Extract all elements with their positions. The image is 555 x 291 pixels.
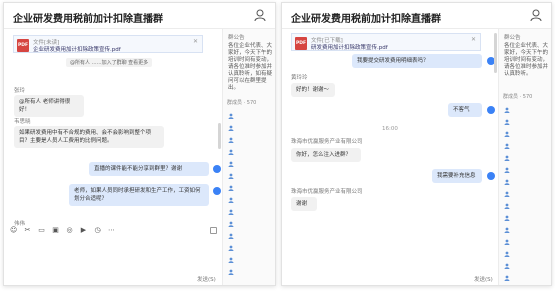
member-icon[interactable] bbox=[228, 269, 234, 275]
member-icon[interactable] bbox=[228, 221, 234, 227]
timestamp: 16:00 bbox=[382, 126, 398, 132]
member-count: 群成员 · 570 bbox=[503, 94, 533, 100]
titlebar: 企业研发费用税前加计扣除直播群 bbox=[4, 3, 275, 29]
member-icon[interactable] bbox=[504, 263, 510, 269]
member-icon[interactable] bbox=[228, 125, 234, 131]
member-icon[interactable] bbox=[504, 215, 510, 221]
input-toolbar: ☺ ✂ ▭ ▣ ◎ ▶ ◷ ⋯ bbox=[10, 227, 115, 234]
announcement-title: 群公告 bbox=[504, 35, 521, 41]
file-name: 研发费用加计扣除政策宣传.pdf bbox=[311, 45, 388, 51]
message-bubble: 你好，怎么注入进群？ bbox=[291, 148, 361, 162]
member-icon[interactable] bbox=[504, 155, 510, 161]
message-bubble: 如果研发费用中有不合规的费用、会不会影响到整个项目？主要是人员人工费用的比例问题… bbox=[14, 126, 164, 148]
member-icon[interactable] bbox=[228, 257, 234, 263]
member-icon[interactable] bbox=[504, 167, 510, 173]
member-icon[interactable] bbox=[228, 185, 234, 191]
file-card[interactable]: PDF 文件[未读] 企业研发费用加计扣除政策宣传.pdf ✕ bbox=[13, 35, 203, 53]
member-icon[interactable] bbox=[504, 227, 510, 233]
message-bubble-self: 不客气 bbox=[448, 103, 482, 117]
folder-icon[interactable]: ▭ bbox=[38, 227, 45, 234]
expand-icon[interactable] bbox=[210, 227, 217, 234]
member-icon[interactable] bbox=[504, 131, 510, 137]
file-name: 企业研发费用加计扣除政策宣传.pdf bbox=[33, 47, 121, 53]
user-icon[interactable] bbox=[253, 8, 267, 22]
message-bubble-self: 直播的课件能不能分享到群里？谢谢 bbox=[89, 162, 209, 176]
scissors-icon[interactable]: ✂ bbox=[24, 227, 31, 234]
member-icon[interactable] bbox=[504, 119, 510, 125]
message-bubble-self: 我需要补充信息 bbox=[432, 169, 482, 183]
chat-area: PDF 文件[未读] 企业研发费用加计扣除政策宣传.pdf ✕ @所有人 ……加… bbox=[4, 29, 224, 285]
member-icon[interactable] bbox=[504, 239, 510, 245]
member-icon[interactable] bbox=[228, 209, 234, 215]
sidebar: 群公告 各位企业代表、大家好，今天下午的培训时间有变动，请各位准时参加并认真聆听… bbox=[222, 29, 275, 285]
system-notice: @所有人 ……加入了群聊 查看更多 bbox=[66, 58, 153, 67]
more-icon[interactable]: ⋯ bbox=[108, 227, 115, 234]
message-bubble-self: 我要提交研发费用明细表吗？ bbox=[352, 54, 482, 68]
group-title: 企业研发费用税前加计扣除直播群 bbox=[291, 14, 441, 25]
message-bubble: 谢谢 bbox=[291, 197, 317, 211]
pin-icon[interactable]: ✕ bbox=[471, 36, 476, 43]
member-icon[interactable] bbox=[228, 245, 234, 251]
member-icon[interactable] bbox=[228, 137, 234, 143]
message-sender: 珠海市优赢服务产业有限公司 bbox=[291, 139, 363, 145]
announcement-text: 各位企业代表、大家好，今天下午的培训时间有变动，请各位准时参加并认真聆听。 bbox=[504, 43, 549, 77]
pdf-icon: PDF bbox=[295, 37, 307, 50]
announcement-title: 群公告 bbox=[228, 35, 245, 41]
message-bubble-self: 老师，如果人员同时承担研发和生产工作，工资如何划分合适呢？ bbox=[69, 184, 209, 206]
member-icon[interactable] bbox=[504, 143, 510, 149]
member-icon[interactable] bbox=[228, 149, 234, 155]
avatar bbox=[487, 106, 495, 114]
group-title: 企业研发费用税前加计扣除直播群 bbox=[13, 14, 163, 25]
send-button[interactable]: 发送(S) bbox=[197, 275, 216, 283]
history-icon[interactable]: ◷ bbox=[94, 227, 101, 234]
member-count: 群成员 · 570 bbox=[227, 100, 257, 106]
image-icon[interactable]: ▣ bbox=[52, 227, 59, 234]
message-bubble: 好的！谢谢～ bbox=[291, 83, 335, 97]
member-icon[interactable] bbox=[228, 161, 234, 167]
message-sender: 张玲 bbox=[14, 88, 26, 94]
member-icon[interactable] bbox=[228, 113, 234, 119]
scrollbar[interactable] bbox=[218, 123, 221, 149]
screenshot-stage: 企业研发费用税前加计扣除直播群 PDF 文件[未读] 企业研发费用加计扣除政策宣… bbox=[0, 0, 555, 291]
member-icon[interactable] bbox=[228, 173, 234, 179]
member-icon[interactable] bbox=[504, 191, 510, 197]
titlebar: 企业研发费用税前加计扣除直播群 bbox=[282, 3, 551, 29]
member-icon[interactable] bbox=[504, 179, 510, 185]
file-card[interactable]: PDF 文件[已下载] 研发费用加计扣除政策宣传.pdf ✕ bbox=[291, 33, 481, 51]
send-button[interactable]: 发送(S) bbox=[474, 275, 493, 283]
member-icon[interactable] bbox=[504, 107, 510, 113]
member-icon[interactable] bbox=[504, 251, 510, 257]
pin-icon[interactable]: ✕ bbox=[193, 38, 198, 45]
member-icon[interactable] bbox=[504, 275, 510, 281]
member-icon[interactable] bbox=[228, 233, 234, 239]
chat-window-right: 企业研发费用税前加计扣除直播群 PDF 文件[已下载] 研发费用加计扣除政策宣传… bbox=[281, 2, 552, 286]
video-icon[interactable]: ▶ bbox=[80, 227, 87, 234]
member-icon[interactable] bbox=[228, 197, 234, 203]
message-sender: 珠海市优赢服务产业有限公司 bbox=[291, 189, 363, 195]
chat-window-left: 企业研发费用税前加计扣除直播群 PDF 文件[未读] 企业研发费用加计扣除政策宣… bbox=[3, 2, 276, 286]
pdf-icon: PDF bbox=[17, 39, 29, 52]
avatar bbox=[213, 165, 221, 173]
avatar bbox=[487, 172, 495, 180]
message-sender: 韦思晓 bbox=[14, 119, 31, 125]
message-sender: 黄玲玲 bbox=[291, 75, 308, 81]
message-bubble: @所有人 老师讲得很好！ bbox=[14, 95, 84, 117]
member-icon[interactable] bbox=[504, 203, 510, 209]
emoji-icon[interactable]: ☺ bbox=[10, 227, 17, 234]
sidebar: 群公告 各位企业代表、大家好，今天下午的培训时间有变动，请各位准时参加并认真聆听… bbox=[498, 29, 551, 285]
user-icon[interactable] bbox=[529, 8, 543, 22]
avatar bbox=[213, 187, 221, 195]
chat-area: PDF 文件[已下载] 研发费用加计扣除政策宣传.pdf ✕ 我要提交研发费用明… bbox=[282, 29, 500, 285]
mic-icon[interactable]: ◎ bbox=[66, 227, 73, 234]
announcement-text: 各位企业代表、大家好，今天下午的培训时间有变动，请各位准时参加并认真聆听，如有疑… bbox=[228, 43, 273, 91]
scrollbar[interactable] bbox=[494, 33, 497, 73]
